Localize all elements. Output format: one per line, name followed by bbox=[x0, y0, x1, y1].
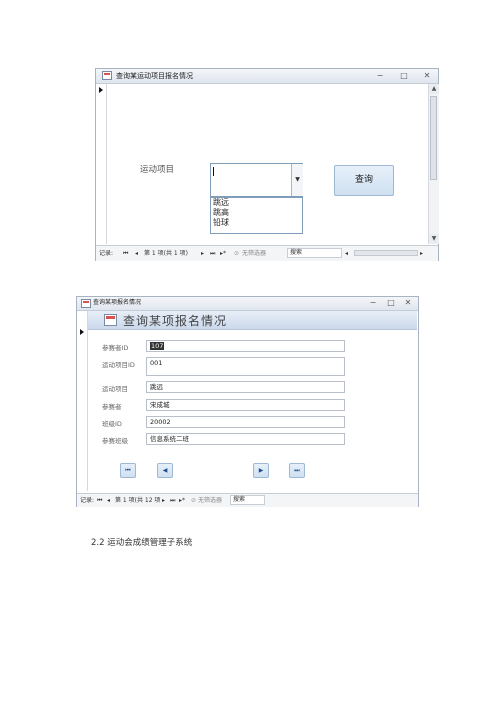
text-cursor bbox=[213, 167, 214, 176]
record-position: 第 1 项(共 12 项 bbox=[115, 497, 161, 504]
field-label: 运动项目ID bbox=[102, 361, 135, 369]
scroll-down-icon[interactable]: ▼ bbox=[429, 234, 439, 244]
field-value: 107 bbox=[150, 342, 165, 350]
form-title: 查询某项报名情况 bbox=[123, 314, 228, 328]
field-label: 参赛班级 bbox=[102, 437, 128, 445]
scroll-up-icon[interactable]: ▲ bbox=[429, 84, 439, 94]
new-record-icon[interactable]: ▸* bbox=[220, 248, 226, 259]
field-label: 班级ID bbox=[102, 420, 122, 428]
sport-dropdown-list: 跳远 跳高 铅球 bbox=[210, 197, 303, 234]
minimize-button[interactable]: − bbox=[374, 69, 386, 83]
last-record-icon[interactable]: ⏭ bbox=[170, 495, 175, 506]
record-selector[interactable] bbox=[77, 311, 88, 491]
next-record-icon[interactable]: ▸ bbox=[201, 248, 204, 259]
maximize-button[interactable]: □ bbox=[385, 296, 397, 310]
form-header: 查询某项报名情况 bbox=[88, 311, 417, 330]
minimize-button[interactable]: − bbox=[367, 296, 379, 310]
participant-id-field[interactable]: 107 bbox=[146, 340, 345, 352]
horizontal-scrollbar[interactable] bbox=[354, 250, 418, 256]
form-icon bbox=[102, 71, 112, 80]
window-titlebar: 查询某运动项目报名情况 − □ ✕ bbox=[96, 69, 438, 84]
current-record-arrow-icon bbox=[80, 329, 84, 335]
current-record-arrow-icon bbox=[99, 87, 103, 93]
class-id-field[interactable]: 20002 bbox=[146, 416, 345, 428]
close-button[interactable]: ✕ bbox=[421, 69, 433, 83]
filter-icon: ⊘ bbox=[191, 497, 197, 504]
window-title: 查询某运动项目报名情况 bbox=[116, 72, 193, 80]
h-scroll-left-icon[interactable]: ◂ bbox=[345, 248, 348, 259]
filter-status[interactable]: 无筛选器 bbox=[198, 495, 222, 506]
h-scroll-right-icon[interactable]: ▸ bbox=[420, 248, 423, 259]
filter-icon: ⊘ bbox=[234, 250, 240, 257]
window-titlebar: 查询某项报名情况 − □ ✕ bbox=[77, 297, 418, 311]
prev-record-button[interactable]: ◀ bbox=[157, 463, 173, 478]
vertical-scrollbar[interactable]: ▲ ▼ bbox=[428, 84, 439, 244]
last-record-button[interactable]: ⏭ bbox=[289, 463, 305, 478]
record-selector[interactable] bbox=[96, 84, 107, 244]
sport-id-field[interactable]: 001 bbox=[146, 357, 345, 376]
record-navigation-bar: 记录: ⏮ ◂ 第 1 项(共 1 项) ▸ ⏭ ▸* ⊘ 无筛选器 搜索 ◂ … bbox=[96, 245, 438, 261]
search-input[interactable]: 搜索 bbox=[230, 495, 265, 505]
participant-name-field[interactable]: 宋成城 bbox=[146, 399, 345, 411]
record-navigation-bar: 记录: ⏮ ◂ 第 1 项(共 12 项 ▸ ⏭ ▸* ⊘ 无筛选器 搜索 bbox=[77, 493, 418, 507]
query-sport-window: 查询某运动项目报名情况 − □ ✕ ▲ ▼ 运动项目 ▼ 跳远 跳高 铅球 查询… bbox=[95, 68, 439, 261]
search-input[interactable]: 搜索 bbox=[287, 248, 342, 258]
dropdown-option[interactable]: 跳远 bbox=[211, 198, 302, 208]
query-registration-window: 查询某项报名情况 − □ ✕ 查询某项报名情况 参赛者ID 107 运动项目ID… bbox=[76, 296, 419, 507]
last-record-icon[interactable]: ⏭ bbox=[210, 248, 215, 259]
record-label: 记录: bbox=[99, 250, 114, 257]
first-record-icon[interactable]: ⏮ bbox=[123, 248, 128, 259]
first-record-button[interactable]: ⏮ bbox=[120, 463, 136, 478]
dropdown-option[interactable]: 铅球 bbox=[211, 218, 302, 228]
filter-status[interactable]: 无筛选器 bbox=[242, 248, 266, 259]
dropdown-arrow-icon[interactable]: ▼ bbox=[291, 164, 303, 196]
section-heading: 2.2 运动会成绩管理子系统 bbox=[91, 538, 193, 548]
dropdown-option[interactable]: 跳高 bbox=[211, 208, 302, 218]
field-label: 参赛者ID bbox=[102, 344, 129, 352]
next-record-button[interactable]: ▶ bbox=[253, 463, 269, 478]
prev-record-icon[interactable]: ◂ bbox=[107, 495, 110, 506]
sport-name-field[interactable]: 跳远 bbox=[146, 381, 345, 393]
query-button[interactable]: 查询 bbox=[334, 165, 394, 196]
record-position: 第 1 项(共 1 项) bbox=[144, 250, 188, 257]
window-title: 查询某项报名情况 bbox=[93, 299, 142, 306]
field-label: 运动项目 bbox=[102, 385, 128, 393]
new-record-icon[interactable]: ▸* bbox=[179, 495, 185, 506]
record-label: 记录: bbox=[80, 497, 95, 504]
prev-record-icon[interactable]: ◂ bbox=[135, 248, 138, 259]
scroll-thumb[interactable] bbox=[430, 96, 437, 180]
maximize-button[interactable]: □ bbox=[398, 69, 410, 83]
close-button[interactable]: ✕ bbox=[402, 296, 414, 310]
form-icon bbox=[81, 299, 91, 308]
sport-combo-box[interactable]: ▼ bbox=[210, 163, 303, 197]
first-record-icon[interactable]: ⏮ bbox=[97, 495, 102, 506]
field-label: 参赛者 bbox=[102, 403, 122, 411]
class-name-field[interactable]: 信息系统二班 bbox=[146, 433, 345, 445]
next-record-icon[interactable]: ▸ bbox=[162, 495, 165, 506]
form-icon bbox=[104, 314, 117, 326]
sport-field-label: 运动项目 bbox=[140, 165, 175, 175]
